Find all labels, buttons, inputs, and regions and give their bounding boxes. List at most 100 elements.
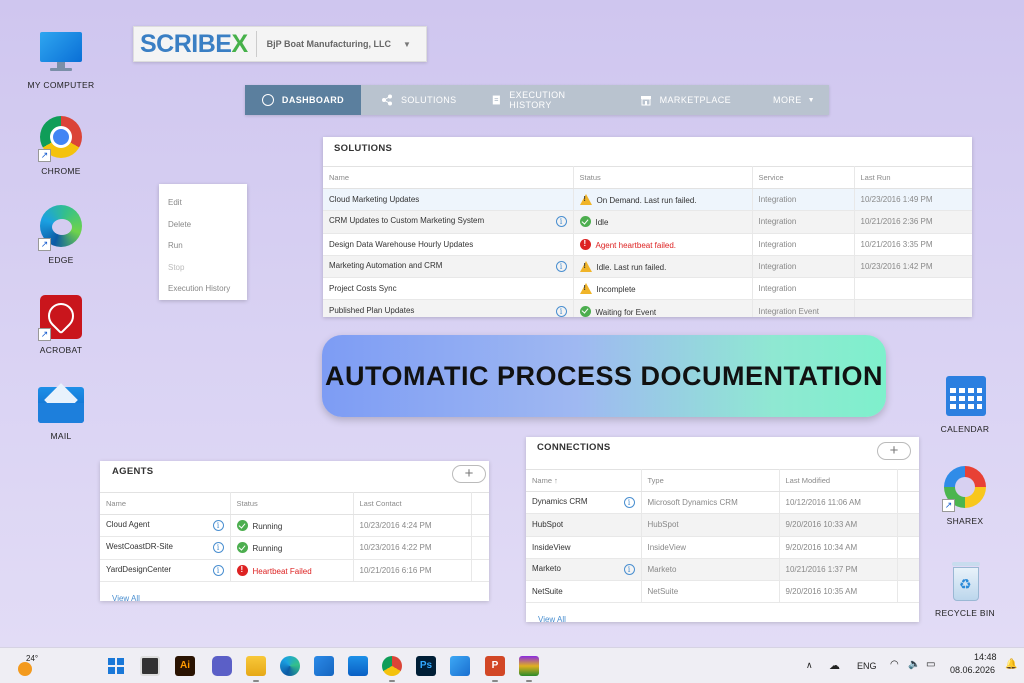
- table-row[interactable]: Marketo i Marketo 10/21/2016 1:37 PM: [526, 558, 919, 582]
- column-header-last-contact[interactable]: Last Contact: [353, 492, 472, 515]
- menu-item-delete[interactable]: Delete: [159, 214, 247, 236]
- desktop-icon-acrobat[interactable]: ↗ ACROBAT: [21, 295, 101, 355]
- nav-tab-more[interactable]: MORE ▼: [745, 85, 829, 115]
- recycle-bin-icon: ♻: [942, 558, 988, 604]
- column-header-type[interactable]: Type: [641, 469, 780, 492]
- desktop-icon-sharex[interactable]: ↗ SHAREX: [925, 466, 1005, 526]
- shortcut-arrow-icon: ↗: [38, 328, 51, 341]
- agent-name: Cloud Agent: [106, 520, 150, 530]
- org-selector[interactable]: SCRIBEX BjP Boat Manufacturing, LLC ▼: [133, 26, 427, 62]
- agent-name: YardDesignCenter: [106, 564, 172, 574]
- table-row[interactable]: Cloud Marketing Updates On Demand. Last …: [323, 188, 972, 212]
- add-agent-button[interactable]: +: [452, 465, 486, 483]
- illustrator-icon[interactable]: Ai: [175, 656, 195, 676]
- file-explorer-icon[interactable]: [246, 656, 266, 676]
- teams-icon[interactable]: [212, 656, 232, 676]
- solution-last-run: 10/23/2016 1:42 PM: [854, 255, 972, 279]
- edge-taskbar-icon[interactable]: [280, 656, 300, 676]
- table-row[interactable]: Project Costs Sync Incomplete Integratio…: [323, 277, 972, 301]
- solution-name: Cloud Marketing Updates: [329, 195, 420, 205]
- language-indicator[interactable]: ENG: [857, 661, 877, 671]
- error-circle-icon: [236, 564, 248, 576]
- menu-item-edit[interactable]: Edit: [159, 192, 247, 214]
- nav-tab-execution-history[interactable]: EXECUTION HISTORY: [471, 85, 614, 115]
- solution-last-run: 10/23/2016 1:49 PM: [854, 188, 972, 212]
- store-taskbar-icon[interactable]: [314, 656, 334, 676]
- notification-bell-icon[interactable]: 🔔: [1005, 659, 1017, 670]
- solution-service: Integration: [752, 233, 855, 256]
- mail-taskbar-icon[interactable]: [348, 656, 368, 676]
- taskbar: 24° Ai Ps P ∧ ☁ ENG ◠ 🔈 ▭ 14:48 08.06.20…: [0, 647, 1024, 683]
- table-row[interactable]: Marketing Automation and CRM i Idle. Last…: [323, 255, 972, 279]
- connections-view-all-link[interactable]: View All: [538, 615, 566, 624]
- cloud-off-icon[interactable]: ☁: [829, 659, 840, 672]
- volume-icon[interactable]: 🔈: [908, 659, 920, 670]
- table-row[interactable]: HubSpot HubSpot 9/20/2016 10:33 AM: [526, 513, 919, 537]
- nav-tab-marketplace[interactable]: MARKETPLACE: [614, 85, 745, 115]
- info-icon[interactable]: i: [212, 542, 224, 554]
- info-icon[interactable]: i: [623, 564, 635, 576]
- table-row[interactable]: Design Data Warehouse Hourly Updates Age…: [323, 233, 972, 256]
- column-header-name[interactable]: Name ↑: [526, 469, 642, 492]
- connection-name: HubSpot: [532, 520, 564, 530]
- agents-panel: AGENTS + Name Status Last Contact Cloud …: [100, 461, 489, 603]
- info-icon[interactable]: i: [555, 216, 567, 228]
- photos-icon[interactable]: [450, 656, 470, 676]
- table-row[interactable]: Cloud Agent i Running 10/23/2016 4:24 PM: [100, 514, 489, 538]
- info-icon[interactable]: i: [623, 497, 635, 509]
- clock-time[interactable]: 14:48: [974, 652, 997, 662]
- connection-modified: 9/20/2016 10:35 AM: [779, 580, 898, 604]
- table-row[interactable]: CRM Updates to Custom Marketing System i …: [323, 210, 972, 234]
- menu-item-run[interactable]: Run: [159, 235, 247, 257]
- info-icon[interactable]: i: [555, 261, 567, 273]
- menu-item-execution-history[interactable]: Execution History: [159, 278, 247, 300]
- agent-last-contact: 10/21/2016 6:16 PM: [353, 559, 472, 582]
- agents-table: Name Status Last Contact Cloud Agent i Ru…: [100, 492, 489, 582]
- table-row[interactable]: WestCoastDR-Site i Running 10/23/2016 4:2…: [100, 536, 489, 560]
- table-row[interactable]: Dynamics CRM i Microsoft Dynamics CRM 10/…: [526, 491, 919, 515]
- column-header-name[interactable]: Name: [100, 492, 231, 515]
- nav-tab-dashboard[interactable]: DASHBOARD: [245, 85, 361, 115]
- agents-view-all-link[interactable]: View All: [112, 594, 140, 603]
- check-circle-icon: [236, 542, 248, 554]
- photoshop-icon[interactable]: Ps: [416, 656, 436, 676]
- table-row[interactable]: YardDesignCenter i Heartbeat Failed 10/21…: [100, 559, 489, 582]
- desktop-icon-my-computer[interactable]: MY COMPUTER: [21, 30, 101, 90]
- nav-tab-solutions[interactable]: SOLUTIONS: [361, 85, 471, 115]
- solution-service: Integration: [752, 188, 855, 212]
- table-row[interactable]: Published Plan Updates i Waiting for Even…: [323, 299, 972, 317]
- column-header-service[interactable]: Service: [752, 166, 855, 189]
- powerpoint-icon[interactable]: P: [485, 656, 505, 676]
- desktop-icon-recycle-bin[interactable]: ♻ RECYCLE BIN: [925, 558, 1005, 618]
- add-connection-button[interactable]: +: [877, 442, 911, 460]
- wifi-icon[interactable]: ◠: [890, 659, 899, 670]
- desktop-icon-edge[interactable]: ↗ EDGE: [21, 205, 101, 265]
- chevron-up-icon[interactable]: ∧: [806, 660, 813, 671]
- table-row[interactable]: InsideView InsideView 9/20/2016 10:34 AM: [526, 536, 919, 559]
- weather-widget[interactable]: 24°: [16, 654, 56, 677]
- info-icon[interactable]: i: [212, 564, 224, 576]
- column-header-status[interactable]: Status: [573, 166, 753, 189]
- battery-icon[interactable]: ▭: [926, 659, 935, 670]
- chrome-taskbar-icon[interactable]: [382, 656, 402, 676]
- agent-last-contact: 10/23/2016 4:24 PM: [353, 514, 472, 538]
- column-header-name[interactable]: Name: [323, 166, 574, 189]
- task-view-icon[interactable]: [140, 656, 160, 676]
- info-icon[interactable]: i: [212, 520, 224, 532]
- column-header-status[interactable]: Status: [230, 492, 354, 515]
- winrar-icon[interactable]: [519, 656, 539, 676]
- store-icon: [640, 96, 651, 106]
- desktop-icon-calendar[interactable]: CALENDAR: [925, 374, 1005, 434]
- info-icon[interactable]: i: [555, 305, 567, 317]
- solution-service: Integration Event: [752, 299, 855, 317]
- start-windows-icon[interactable]: [106, 656, 126, 676]
- calendar-icon: [942, 374, 988, 420]
- column-header-last-run[interactable]: Last Run: [854, 166, 972, 189]
- desktop-icon-chrome[interactable]: ↗ CHROME: [21, 116, 101, 176]
- column-header-last-modified[interactable]: Last Modified: [779, 469, 898, 492]
- desktop-icon-label: MY COMPUTER: [27, 80, 95, 90]
- solution-status: Incomplete: [596, 285, 636, 295]
- table-row[interactable]: NetSuite NetSuite 9/20/2016 10:35 AM: [526, 580, 919, 604]
- desktop-icon-mail[interactable]: MAIL: [21, 381, 101, 441]
- clock-date[interactable]: 08.06.2026: [950, 665, 995, 675]
